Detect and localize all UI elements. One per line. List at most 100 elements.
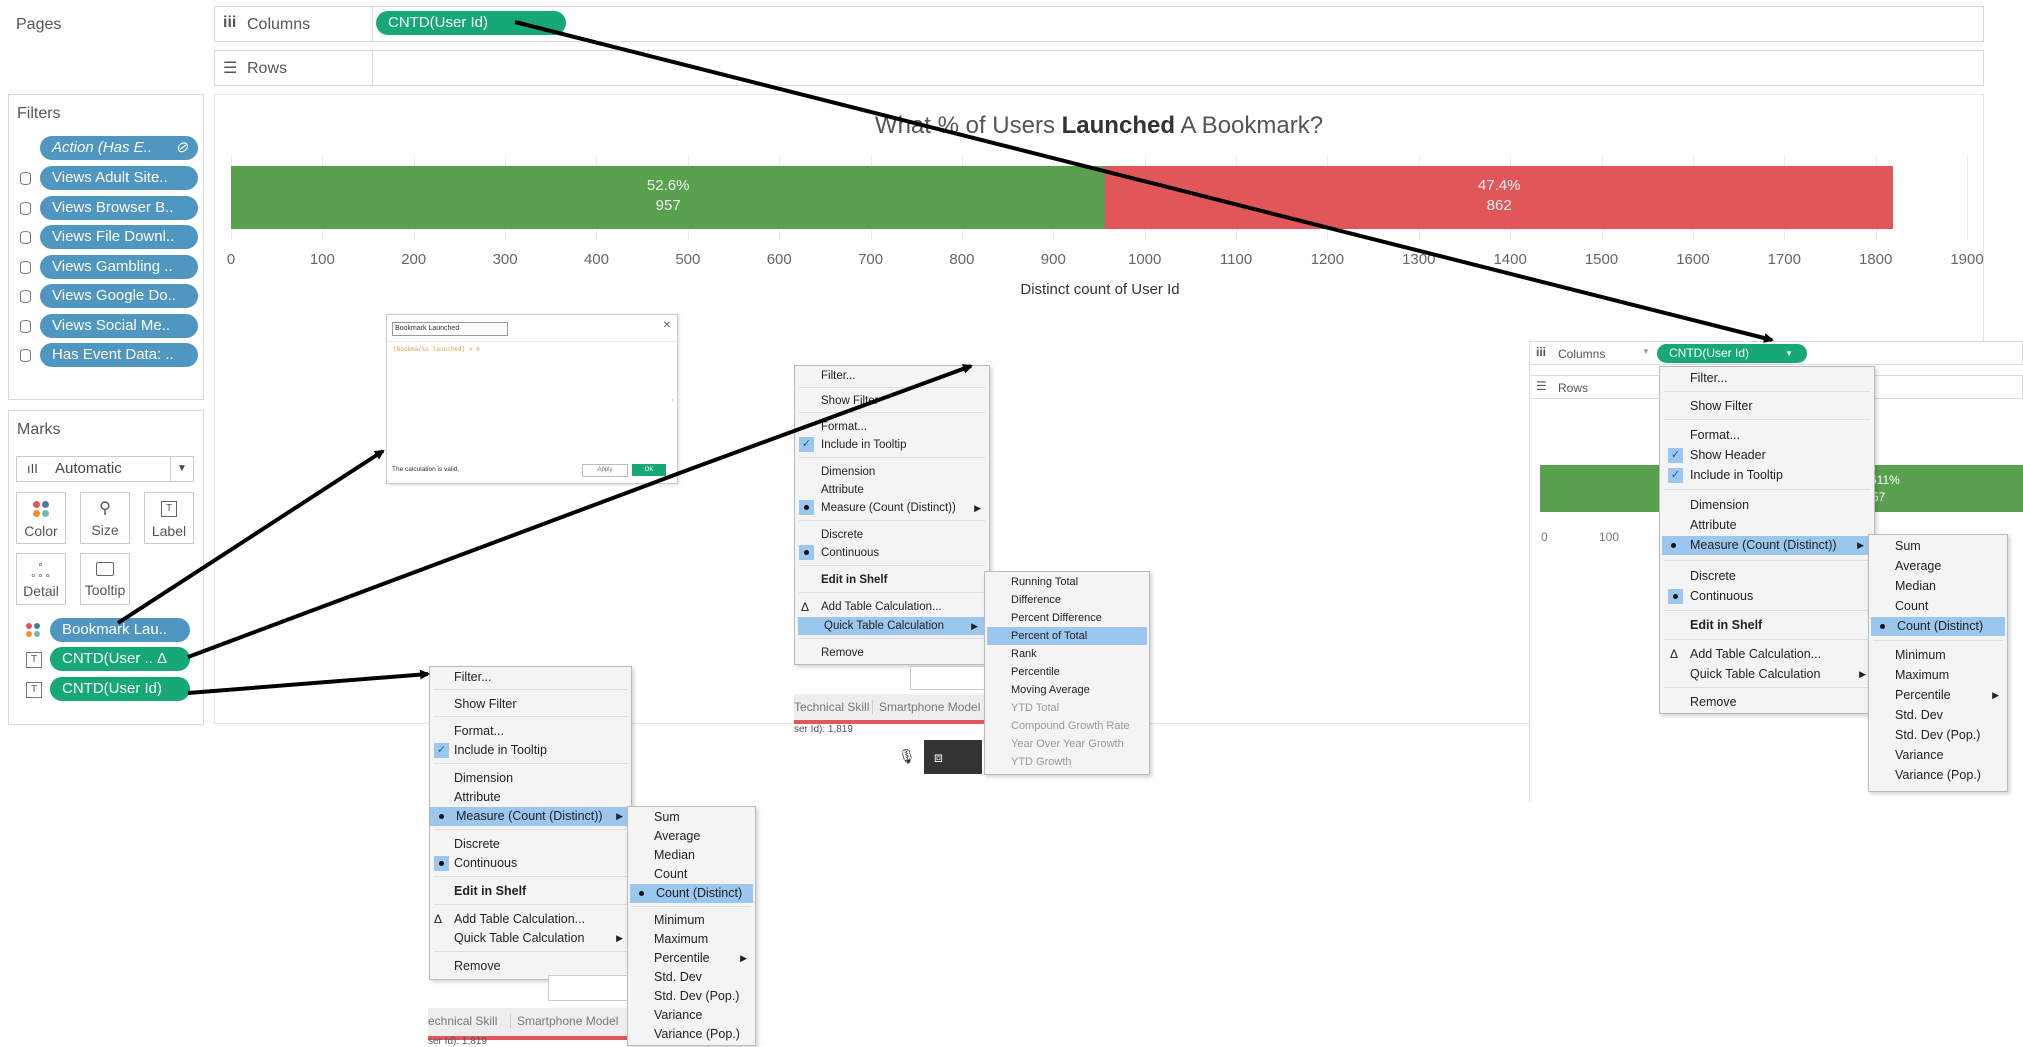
filter-pill-action[interactable]: Action (Has E.. ⊘ [40,136,198,160]
submenu-item-average[interactable]: Average [1869,557,2007,576]
label-button[interactable]: T Label [144,492,194,544]
menu-item-measure[interactable]: Measure (Count (Distinct)) ▶ [430,807,631,826]
menu-item-filter[interactable]: Filter... [1664,369,1874,388]
calc-formula[interactable]: [Bookmarks launched] > 0 [393,346,480,353]
close-icon[interactable]: ✕ [663,320,671,331]
sheet-tab[interactable]: Smartphone Model [510,1014,618,1028]
apply-button[interactable]: Apply [582,464,628,477]
menu-item-edit-in-shelf[interactable]: Edit in Shelf [1664,616,1874,635]
sheet-tab[interactable]: Smartphone Model [872,700,980,714]
submenu-item-count[interactable]: Count [1869,597,2007,616]
filter-pill[interactable]: Views Gambling .. [40,255,198,279]
filter-pill[interactable]: Views File Downl.. [40,225,198,249]
menu-item-continuous[interactable]: Continuous [795,544,989,562]
submenu-item-sum[interactable]: Sum [628,808,755,827]
microphone-icon[interactable]: 🎙 [898,748,916,765]
submenu-item-median[interactable]: Median [1869,577,2007,596]
menu-item-include-tooltip[interactable]: ✓ Include in Tooltip [1664,466,1874,485]
submenu-item-variance[interactable]: Variance [628,1006,755,1025]
detail-button[interactable]: ∘ ∘∘∘ Detail [16,553,66,605]
menu-item-attribute[interactable]: Attribute [1664,516,1874,535]
submenu-item-std-dev[interactable]: Std. Dev [1869,706,2007,725]
submenu-item-sum[interactable]: Sum [1869,537,2007,556]
menu-item-attribute[interactable]: Attribute [795,481,989,499]
menu-item-dimension[interactable]: Dimension [428,769,631,788]
menu-item-dimension[interactable]: Dimension [1664,496,1874,515]
marks-pill-cntd-calc[interactable]: CNTD(User .. Δ [50,647,190,671]
menu-item-attribute[interactable]: Attribute [428,788,631,807]
zoomed-columns-pill[interactable]: CNTD(User Id) ▼ [1657,344,1807,363]
bar-segment[interactable]: 47.4% 862 [1105,166,1893,229]
snip-icon[interactable]: ⧈ [924,740,982,774]
menu-item-include-tooltip[interactable]: ✓ Include in Tooltip [428,741,631,760]
marks-pill-bookmark[interactable]: Bookmark Lau.. [50,618,190,642]
filter-pill[interactable]: Views Adult Site.. [40,166,198,190]
submenu-item-percentile[interactable]: Percentile ▶ [1869,686,2007,705]
color-button[interactable]: Color [16,492,66,544]
marks-pill-cntd[interactable]: CNTD(User Id) [50,677,190,701]
menu-item-add-table-calc[interactable]: Δ Add Table Calculation... [795,598,989,616]
submenu-item-percent-difference[interactable]: Percent Difference [985,609,1149,627]
submenu-item-median[interactable]: Median [628,846,755,865]
menu-item-edit-in-shelf[interactable]: Edit in Shelf [795,571,989,589]
submenu-item-minimum[interactable]: Minimum [1869,646,2007,665]
menu-item-show-filter[interactable]: Show Filter [795,392,989,410]
submenu-item-percentile[interactable]: Percentile [985,663,1149,681]
menu-item-discrete[interactable]: Discrete [1664,567,1874,586]
bar-segment[interactable]: 52.6% 957 [231,166,1106,229]
submenu-item-count-distinct[interactable]: Count (Distinct) [630,884,753,903]
menu-item-include-tooltip[interactable]: ✓ Include in Tooltip [795,436,989,454]
menu-item-discrete[interactable]: Discrete [795,526,989,544]
menu-item-filter[interactable]: Filter... [428,668,631,687]
menu-item-remove[interactable]: Remove [1664,693,1874,712]
tooltip-button[interactable]: Tooltip [80,553,130,605]
submenu-item-variance[interactable]: Variance [1869,746,2007,765]
menu-item-show-filter[interactable]: Show Filter [1664,397,1874,416]
filter-pill[interactable]: Views Google Do.. [40,284,198,308]
menu-item-add-table-calc[interactable]: Δ Add Table Calculation... [1664,645,1874,664]
menu-item-remove[interactable]: Remove [428,957,631,976]
calc-name-field[interactable]: Bookmark Launched [392,322,508,336]
columns-pill[interactable]: CNTD(User Id) [376,11,566,35]
submenu-item-count-distinct[interactable]: Count (Distinct) [1871,617,2005,636]
menu-item-edit-in-shelf[interactable]: Edit in Shelf [428,882,631,901]
filter-pill[interactable]: Views Browser B.. [40,196,198,220]
menu-item-format[interactable]: Format... [795,418,989,436]
submenu-item-running-total[interactable]: Running Total [985,573,1149,591]
submenu-item-variance-pop[interactable]: Variance (Pop.) [628,1025,755,1044]
menu-item-discrete[interactable]: Discrete [428,835,631,854]
submenu-item-percent-of-total[interactable]: Percent of Total [987,627,1147,645]
menu-item-show-filter[interactable]: Show Filter [428,695,631,714]
menu-item-remove[interactable]: Remove [795,644,989,662]
menu-item-quick-table-calc[interactable]: Quick Table Calculation ▶ [1664,665,1874,684]
size-button[interactable]: ⚲ Size [80,492,130,544]
menu-item-show-header[interactable]: ✓ Show Header [1664,446,1874,465]
menu-item-format[interactable]: Format... [1664,426,1874,445]
filter-pill[interactable]: Views Social Me.. [40,314,198,338]
submenu-item-minimum[interactable]: Minimum [628,911,755,930]
filter-pill[interactable]: Has Event Data: .. [40,343,198,367]
menu-item-continuous[interactable]: Continuous [428,854,631,873]
submenu-item-std-dev-pop[interactable]: Std. Dev (Pop.) [1869,726,2007,745]
menu-item-format[interactable]: Format... [428,722,631,741]
sheet-tab[interactable]: Technical Skill [794,700,869,714]
submenu-item-maximum[interactable]: Maximum [628,930,755,949]
submenu-item-variance-pop[interactable]: Variance (Pop.) [1869,766,2007,785]
submenu-item-std-dev-pop[interactable]: Std. Dev (Pop.) [628,987,755,1006]
submenu-item-percentile[interactable]: Percentile ▶ [628,949,755,968]
menu-item-continuous[interactable]: Continuous [1664,587,1874,606]
submenu-item-count[interactable]: Count [628,865,755,884]
sheet-tab[interactable]: echnical Skill [428,1014,497,1028]
menu-item-filter[interactable]: Filter... [795,367,989,385]
menu-item-quick-table-calc[interactable]: Quick Table Calculation ▶ [428,929,631,948]
menu-item-measure[interactable]: Measure (Count (Distinct)) ▶ [1662,536,1872,555]
ok-button[interactable]: OK [632,464,666,476]
menu-item-quick-table-calc[interactable]: Quick Table Calculation ▶ [798,617,986,635]
submenu-item-average[interactable]: Average [628,827,755,846]
submenu-item-difference[interactable]: Difference [985,591,1149,609]
menu-item-measure[interactable]: Measure (Count (Distinct)) ▶ [795,499,989,517]
mark-type-dropdown[interactable]: ıII Automatic ▼ [16,456,194,482]
menu-item-dimension[interactable]: Dimension [795,463,989,481]
menu-item-add-table-calc[interactable]: Δ Add Table Calculation... [428,910,631,929]
submenu-item-rank[interactable]: Rank [985,645,1149,663]
